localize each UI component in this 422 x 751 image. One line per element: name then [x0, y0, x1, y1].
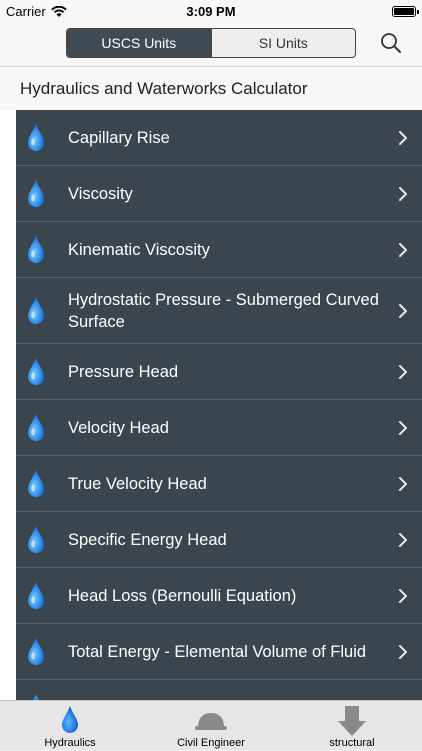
water-drop-icon [26, 357, 46, 387]
chevron-right-icon [398, 186, 408, 202]
list-item[interactable]: Hydrostatic Pressure - Submerged Curved … [16, 278, 422, 344]
water-drop-icon [26, 581, 46, 611]
list-item[interactable]: Pressure Head [16, 344, 422, 400]
tab-label-civil-engineer: Civil Engineer [177, 737, 245, 749]
list-item-label: Pressure Head [68, 363, 179, 381]
chevron-right-icon [398, 644, 408, 660]
segment-si-units[interactable]: SI Units [210, 29, 356, 57]
water-drop-icon [26, 296, 46, 326]
list-item[interactable]: Head Loss (Bernoulli Equation) [16, 568, 422, 624]
water-drop-icon [26, 123, 46, 153]
status-bar: Carrier 3:09 PM [0, 0, 422, 22]
tab-civil-engineer[interactable]: Civil Engineer [141, 701, 281, 751]
list-item[interactable]: Kinematic Viscosity [16, 222, 422, 278]
tab-bar: Hydraulics Civil Engineer structural [0, 700, 422, 750]
chevron-right-icon [398, 303, 408, 319]
chevron-right-icon [398, 588, 408, 604]
water-drop-icon [26, 179, 46, 209]
list-item-label: Capillary Rise [68, 129, 170, 147]
list-item[interactable]: Velocity Head [16, 400, 422, 456]
page-title: Hydraulics and Waterworks Calculator [20, 79, 308, 98]
list-item-label: True Velocity Head [68, 475, 207, 493]
water-drop-icon [26, 637, 46, 667]
water-drop-icon [26, 693, 46, 700]
calculator-list: Capillary Rise Viscosity Kinematic Viscosi… [0, 110, 422, 700]
list-item[interactable]: Capillary Rise [16, 110, 422, 166]
list-item-label: Hydrostatic Pressure - Submerged Curved … [68, 291, 379, 331]
list-item-label: Viscosity [68, 185, 133, 203]
water-drop-icon [26, 469, 46, 499]
nav-bar: USCS Units SI Units [0, 22, 422, 66]
calculator-list-body: Capillary Rise Viscosity Kinematic Viscosi… [16, 110, 422, 700]
water-drop-icon [26, 413, 46, 443]
tab-label-structural: structural [329, 737, 375, 749]
water-drop-icon [26, 235, 46, 265]
battery-icon [392, 6, 419, 17]
chevron-right-icon [398, 420, 408, 436]
chevron-right-icon [398, 476, 408, 492]
search-icon[interactable] [380, 32, 402, 54]
chevron-right-icon [398, 242, 408, 258]
list-item-label: Head Loss (Bernoulli Equation) [68, 587, 297, 605]
chevron-right-icon [398, 130, 408, 146]
list-item-label: Specific Energy Head [68, 531, 227, 549]
chevron-right-icon [398, 364, 408, 380]
hard-hat-icon [194, 711, 228, 738]
section-header: Hydraulics and Waterworks Calculator [0, 66, 422, 110]
chevron-right-icon [398, 532, 408, 548]
tab-label-hydraulics: Hydraulics [44, 737, 96, 749]
water-drop-icon [26, 525, 46, 555]
tab-structural[interactable]: structural [282, 701, 422, 751]
list-item[interactable]: Specific Energy Head [16, 512, 422, 568]
list-item[interactable]: Total Energy - Elemental Volume of Fluid [16, 624, 422, 680]
tab-hydraulics[interactable]: Hydraulics [0, 701, 140, 751]
list-item[interactable]: True Velocity Head [16, 456, 422, 512]
list-item-label: Velocity Head [68, 419, 169, 437]
list-item-label: Kinematic Viscosity [68, 241, 210, 259]
segment-uscs-units[interactable]: USCS Units [67, 29, 211, 57]
list-item-label: Total Energy - Elemental Volume of Fluid [68, 643, 367, 661]
list-item[interactable]: Viscosity [16, 166, 422, 222]
status-time: 3:09 PM [186, 4, 236, 19]
water-drop-icon [60, 705, 80, 740]
units-segmented-control: USCS Units SI Units [66, 28, 356, 58]
